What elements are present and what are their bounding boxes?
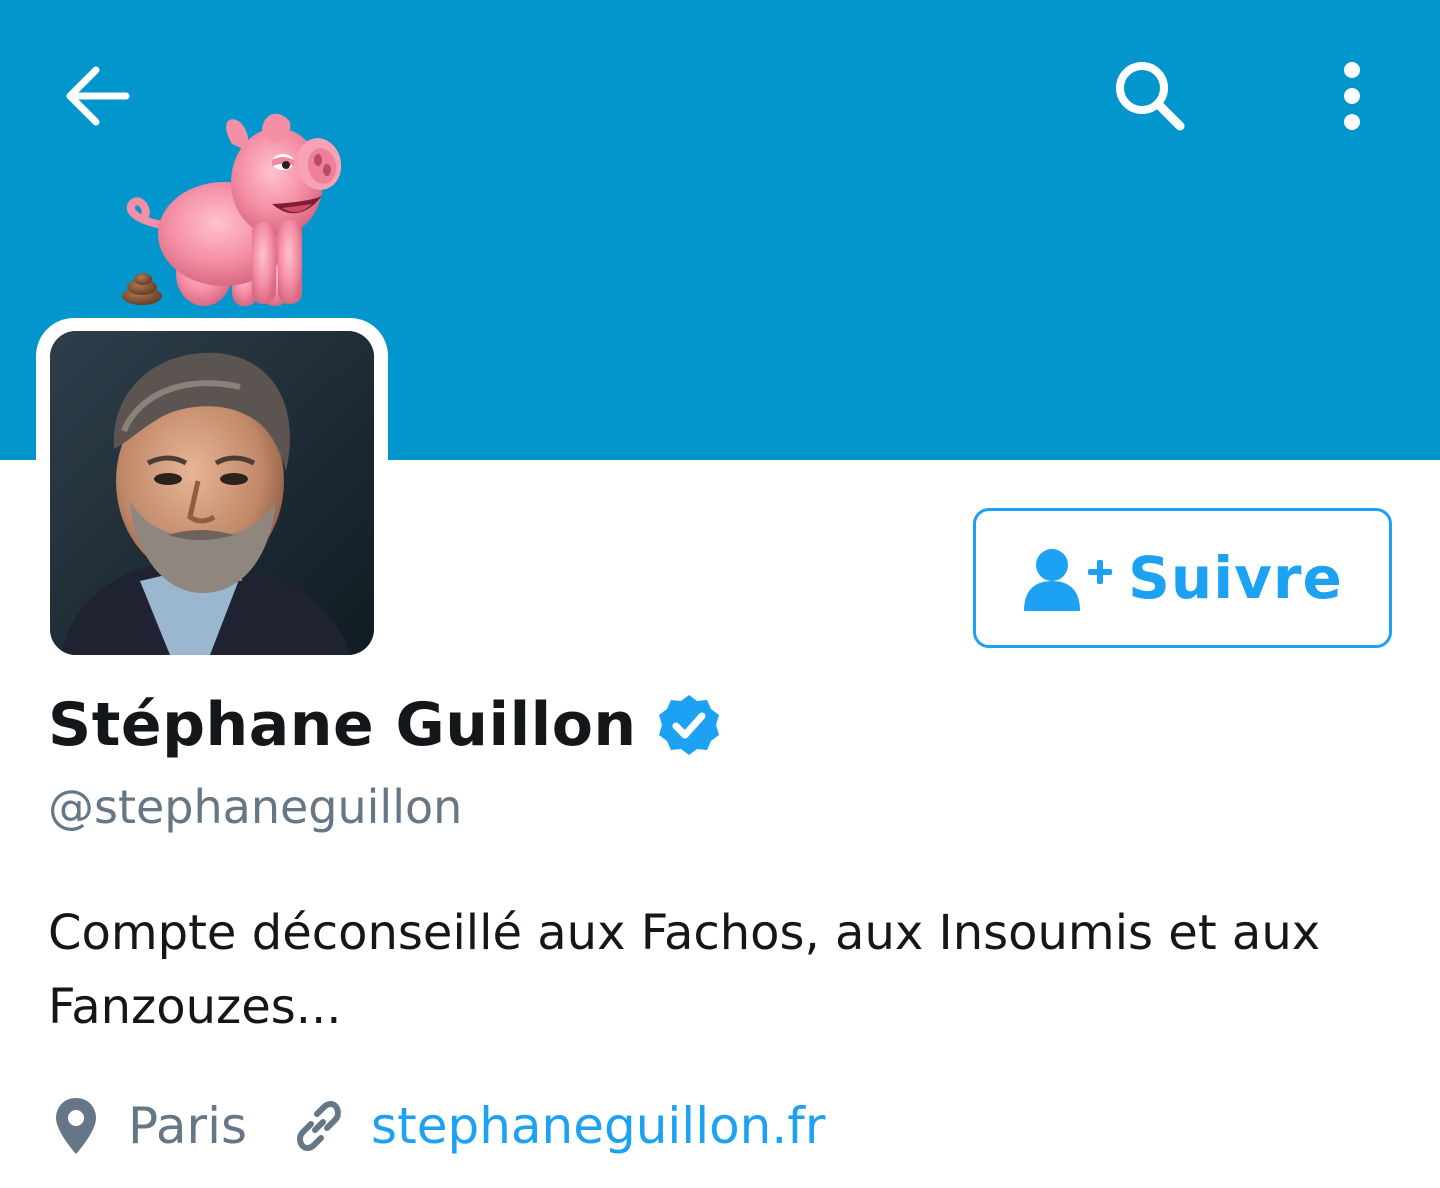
search-icon — [1116, 62, 1185, 131]
follow-button-label: Suivre — [1128, 544, 1343, 612]
profile-name: Stéphane Guillon — [48, 690, 637, 760]
search-button[interactable] — [1100, 46, 1200, 146]
profile-bio: Compte déconseillé aux Fachos, aux Insou… — [48, 905, 1321, 1035]
profile-meta-row: Paris stephaneguillon.fr — [52, 1086, 825, 1166]
pig-emoji-icon — [122, 113, 342, 306]
link-icon — [297, 1100, 341, 1152]
more-vertical-icon — [1344, 62, 1360, 130]
avatar-portrait-image — [50, 331, 374, 655]
verified-badge-icon — [658, 695, 719, 755]
add-user-icon — [1024, 549, 1113, 611]
location-pin-icon — [56, 1098, 96, 1154]
profile-name-row: Stéphane Guillon — [48, 680, 721, 770]
follow-button[interactable]: Suivre — [973, 508, 1392, 648]
profile-avatar[interactable] — [50, 331, 374, 655]
profile-website-link[interactable]: stephaneguillon.fr — [371, 1097, 825, 1155]
profile-location: Paris — [128, 1097, 248, 1155]
more-options-button[interactable] — [1310, 46, 1394, 146]
profile-avatar-frame[interactable] — [36, 318, 388, 668]
profile-handle: @stephaneguillon — [48, 780, 463, 834]
